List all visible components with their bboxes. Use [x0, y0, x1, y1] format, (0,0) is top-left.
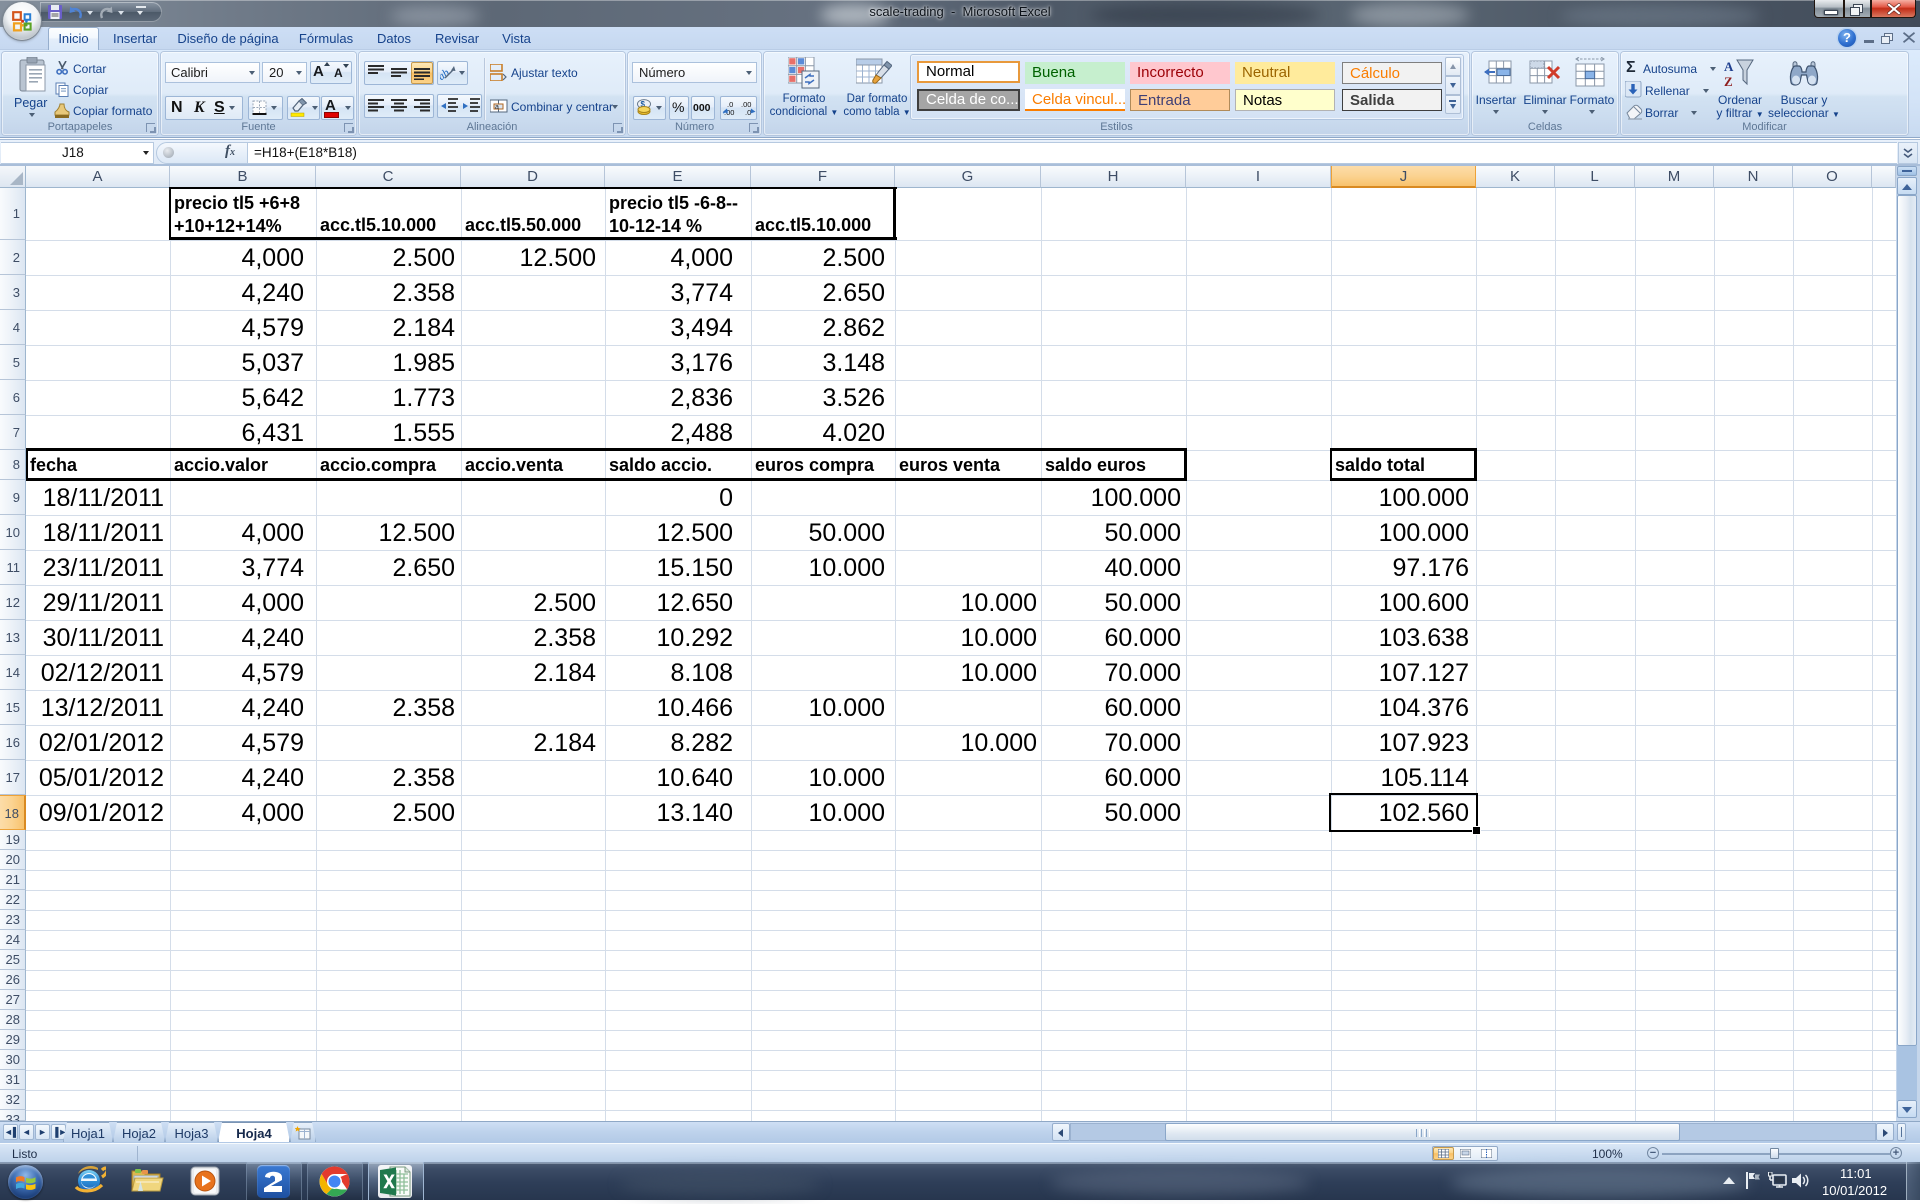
svg-text:a: a: [495, 104, 499, 111]
svg-text:ab: ab: [440, 66, 452, 81]
svg-text:Z: Z: [1724, 74, 1733, 89]
svg-text:A: A: [1724, 59, 1734, 74]
svg-text:.0: .0: [745, 108, 751, 116]
